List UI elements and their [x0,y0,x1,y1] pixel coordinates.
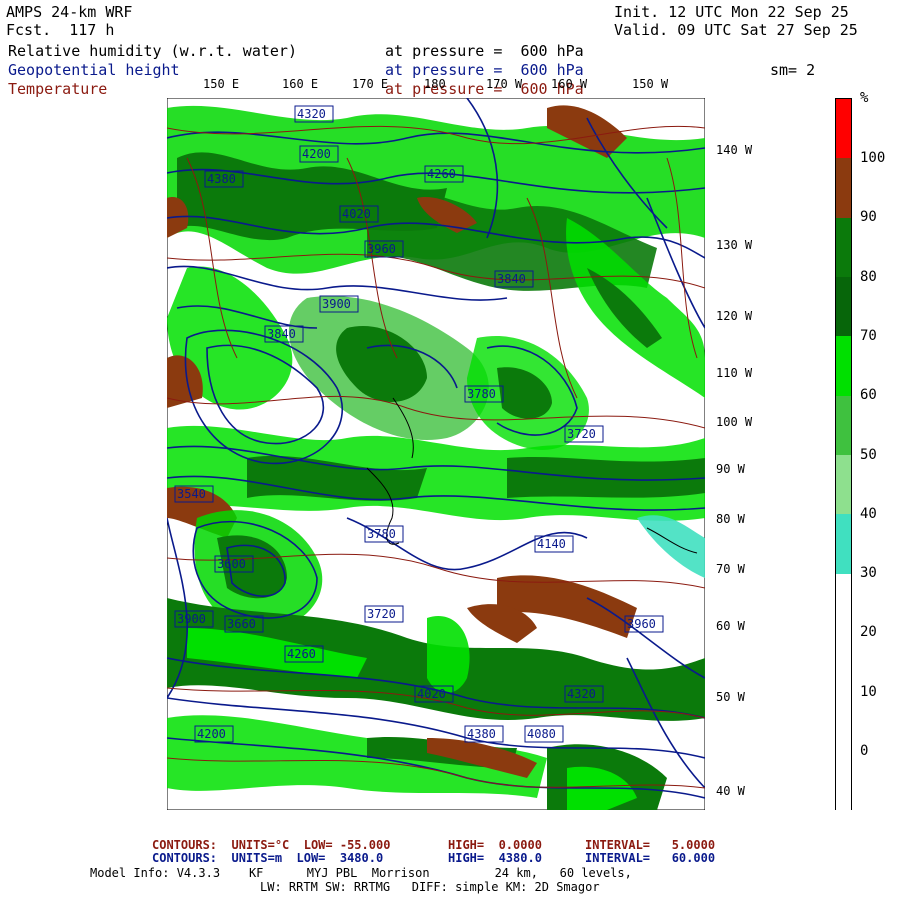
height-label: 3840 [267,327,296,341]
colorbar-label: 80 [860,268,877,285]
colorbar-segment [836,692,851,753]
longitude-right-label: 60 W [716,619,745,633]
model-title: AMPS 24-km WRF [6,3,133,21]
height-label: 4380 [467,727,496,741]
colorbar-segment [836,514,851,575]
colorbar-label: 20 [860,624,877,641]
height-label: 3600 [217,557,246,571]
colorbar [835,98,852,812]
height-label: 3840 [497,272,526,286]
height-label: 3720 [367,607,396,621]
colorbar-label: 90 [860,209,877,226]
geopotential-field-label: Geopotential height [8,61,180,79]
longitude-right-label: 50 W [716,690,745,704]
longitude-top-label: 160 W [551,77,588,91]
height-label: 3780 [367,527,396,541]
height-label: 3540 [177,487,206,501]
colorbar-segment [836,217,851,278]
longitude-right-label: 40 W [716,784,745,798]
colorbar-segment [836,395,851,456]
colorbar-label: 30 [860,565,877,582]
colorbar-segment [836,455,851,515]
height-label: 3720 [567,427,596,441]
temp-contour-interval: INTERVAL= 5.0000 [585,838,716,852]
height-label: 3660 [227,617,256,631]
colorbar-segment [836,158,851,219]
height-contour-info: CONTOURS: UNITS=m LOW= 3480.0 [152,851,384,865]
colorbar-segment [836,99,851,159]
height-label: 4080 [527,727,556,741]
colorbar-label: 60 [860,387,877,404]
temp-contour-info: CONTOURS: UNITS=°C LOW= -55.000 [152,838,391,852]
longitude-right-label: 110 W [716,366,753,380]
weather-map: 4320 4200 4380 4260 4020 3960 3900 3840 3780 3720… [167,98,705,810]
longitude-top-label: 170 W [486,77,523,91]
smoothing-value: sm= 2 [770,61,816,79]
longitude-right-label: 120 W [716,309,753,323]
height-label: 4020 [417,687,446,701]
longitude-top-label: 170 E [352,77,389,91]
model-physics: LW: RRTM SW: RRTMG DIFF: simple KM: 2D S… [260,880,600,894]
longitude-right-label: 70 W [716,562,745,576]
longitude-right-label: 90 W [716,462,745,476]
longitude-top-label: 160 E [282,77,319,91]
height-label: 3960 [367,242,396,256]
height-label: 4140 [537,537,566,551]
height-label: 4320 [297,107,326,121]
longitude-right-label: 130 W [716,238,753,252]
longitude-top-label: 180 [424,77,446,91]
height-label: 3780 [467,387,496,401]
valid-time: Valid. 09 UTC Sat 27 Sep 25 [614,21,858,39]
colorbar-segment [836,573,851,634]
geopotential-level: at pressure = 600 hPa [385,61,584,79]
height-label: 4260 [287,647,316,661]
colorbar-segment [836,277,851,337]
height-label: 4200 [197,727,226,741]
colorbar-label: 70 [860,327,877,344]
colorbar-unit: % [860,90,869,106]
height-contour-interval: INTERVAL= 60.000 [585,851,716,865]
height-label: 4380 [207,172,236,186]
longitude-right-label: 140 W [716,143,753,157]
colorbar-segment [836,336,851,397]
temperature-field-label: Temperature [8,80,108,98]
longitude-top-label: 150 W [632,77,669,91]
colorbar-label: 100 [860,150,886,166]
rh-field-label: Relative humidity (w.r.t. water) [8,42,297,60]
rh-level: at pressure = 600 hPa [385,42,584,60]
model-info: Model Info: V4.3.3 KF MYJ PBL Morrison 2… [90,866,632,880]
colorbar-label: 10 [860,683,877,700]
height-label: 4260 [427,167,456,181]
height-label: 3900 [177,612,206,626]
height-label: 4200 [302,147,331,161]
height-label: 3960 [627,617,656,631]
height-label: 3900 [322,297,351,311]
height-contour-high: HIGH= 4380.0 [448,851,542,865]
longitude-right-label: 80 W [716,512,745,526]
colorbar-label: 0 [860,743,869,759]
colorbar-label: 40 [860,505,877,522]
temp-contour-high: HIGH= 0.0000 [448,838,542,852]
height-label: 4320 [567,687,596,701]
forecast-hour: Fcst. 117 h [6,21,115,39]
init-time: Init. 12 UTC Mon 22 Sep 25 [614,3,849,21]
colorbar-label: 50 [860,446,877,463]
longitude-right-label: 100 W [716,415,753,429]
colorbar-segment [836,751,851,812]
height-label: 4020 [342,207,371,221]
longitude-top-label: 150 E [203,77,240,91]
colorbar-segment [836,633,851,693]
